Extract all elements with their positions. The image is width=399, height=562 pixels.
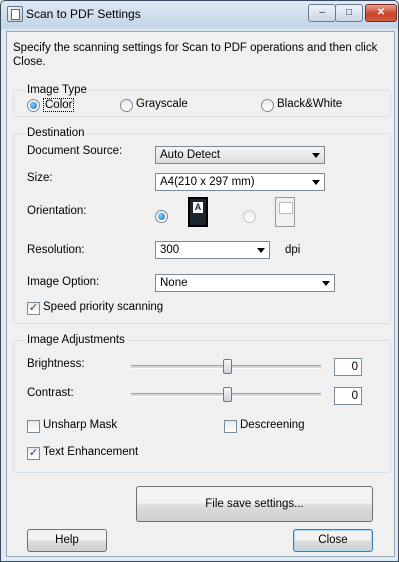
brightness-slider-thumb[interactable]	[223, 359, 232, 374]
window-title: Scan to PDF Settings	[26, 7, 141, 21]
contrast-input[interactable]: 0	[334, 387, 362, 405]
descreening-checkbox[interactable]	[224, 420, 237, 433]
text-enhancement-checkbox[interactable]: ✓	[27, 447, 40, 460]
file-save-settings-button[interactable]: File save settings...	[136, 486, 373, 522]
close-window-button[interactable]: ✕	[365, 4, 397, 22]
document-source-select[interactable]: Auto Detect	[155, 146, 325, 164]
chevron-down-icon	[257, 248, 265, 253]
resolution-label: Resolution:	[27, 244, 85, 256]
chevron-down-icon	[312, 153, 320, 158]
close-button[interactable]: Close	[293, 529, 373, 552]
scan-to-pdf-settings-window: Scan to PDF Settings – □ ✕ Specify the s…	[0, 0, 399, 562]
speed-priority-label[interactable]: Speed priority scanning	[43, 301, 163, 313]
color-radio[interactable]	[27, 99, 40, 112]
grayscale-radio[interactable]	[120, 99, 133, 112]
speed-priority-checkbox[interactable]: ✓	[27, 302, 40, 315]
landscape-orientation-icon[interactable]	[275, 197, 295, 227]
brightness-input[interactable]: 0	[334, 358, 362, 376]
title-bar[interactable]: Scan to PDF Settings – □ ✕	[1, 1, 398, 27]
image-adjustments-group: Image Adjustments Brightness: 0 Contrast…	[13, 334, 391, 473]
grayscale-label[interactable]: Grayscale	[136, 98, 188, 110]
brightness-label: Brightness:	[27, 358, 85, 370]
image-type-legend: Image Type	[25, 84, 89, 96]
dpi-unit-label: dpi	[285, 244, 301, 256]
destination-group: Destination Document Source: Auto Detect…	[13, 127, 391, 324]
image-type-group: Image Type Color Grayscale Black&White	[13, 84, 391, 117]
document-source-value: Auto Detect	[160, 149, 221, 161]
portrait-orientation-icon[interactable]: A	[188, 197, 208, 227]
black-white-label[interactable]: Black&White	[277, 98, 342, 110]
black-white-radio[interactable]	[261, 99, 274, 112]
size-label: Size:	[27, 172, 53, 184]
portrait-radio[interactable]	[155, 210, 168, 223]
chevron-down-icon	[322, 281, 330, 286]
help-button[interactable]: Help	[27, 529, 107, 552]
contrast-label: Contrast:	[27, 387, 74, 399]
dialog-body: Specify the scanning settings for Scan t…	[6, 31, 395, 557]
maximize-button[interactable]: □	[335, 4, 363, 22]
image-adjustments-legend: Image Adjustments	[25, 334, 127, 346]
intro-text: Specify the scanning settings for Scan t…	[13, 42, 378, 68]
contrast-slider-thumb[interactable]	[223, 387, 232, 402]
resolution-value: 300	[160, 244, 180, 256]
resolution-select[interactable]: 300	[155, 241, 270, 259]
size-value: A4(210 x 297 mm)	[160, 176, 255, 188]
destination-legend: Destination	[25, 127, 87, 139]
text-enhancement-label[interactable]: Text Enhancement	[43, 446, 138, 458]
minimize-button[interactable]: –	[308, 4, 336, 22]
document-source-label: Document Source:	[27, 145, 123, 157]
scanner-app-icon	[7, 6, 23, 22]
image-option-label: Image Option:	[27, 276, 100, 288]
image-option-value: None	[160, 277, 188, 289]
descreening-label[interactable]: Descreening	[240, 419, 305, 431]
landscape-radio[interactable]	[243, 210, 256, 223]
color-label[interactable]: Color	[43, 98, 75, 112]
image-option-select[interactable]: None	[155, 274, 335, 292]
unsharp-mask-label[interactable]: Unsharp Mask	[43, 419, 117, 431]
chevron-down-icon	[312, 180, 320, 185]
orientation-label: Orientation:	[27, 205, 87, 217]
unsharp-mask-checkbox[interactable]	[27, 420, 40, 433]
size-select[interactable]: A4(210 x 297 mm)	[155, 173, 325, 191]
